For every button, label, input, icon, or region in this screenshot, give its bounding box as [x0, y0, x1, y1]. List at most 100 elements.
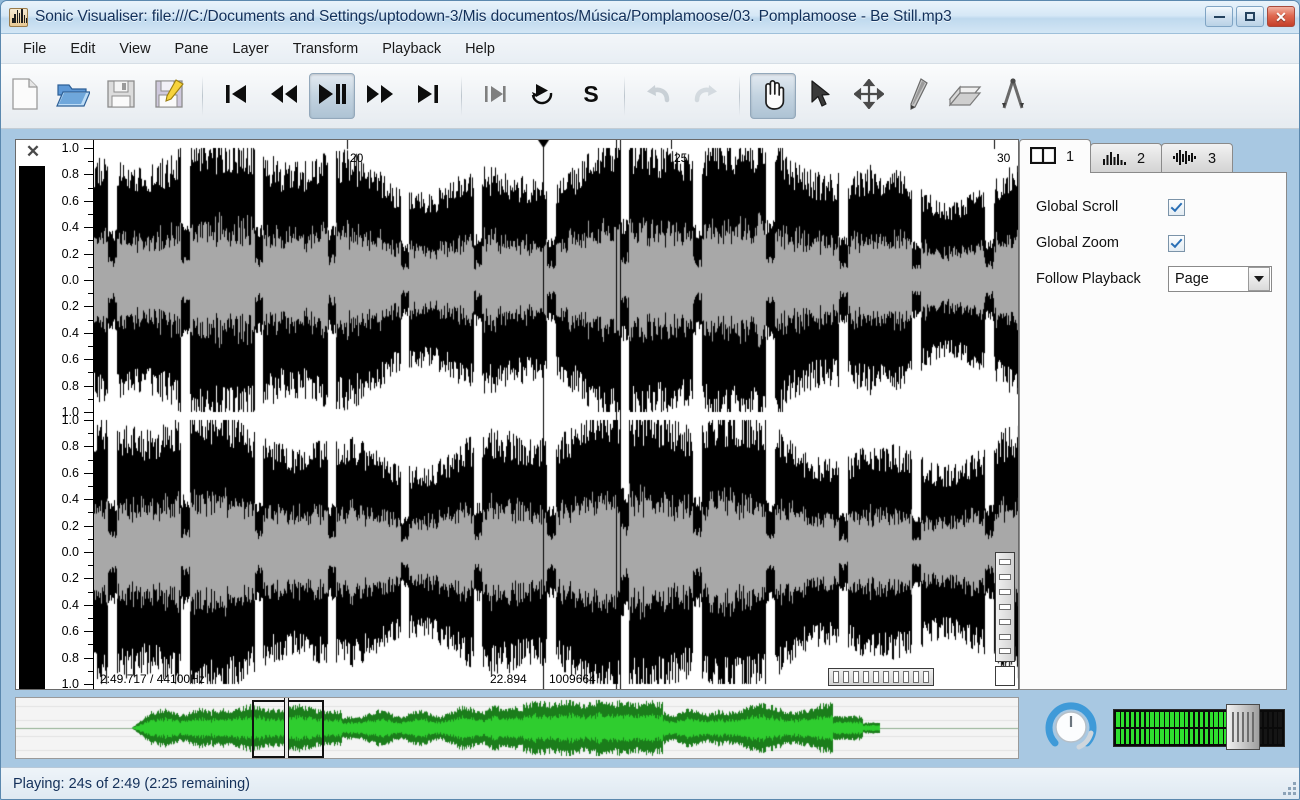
waveform-pane[interactable]: ✕ 1.0 0.8 0.6 0.4 0.2 0.0 0.2 0.4 0.6 0.8 1.0 1.0 0.… [15, 139, 1019, 690]
new-file-button[interactable] [2, 73, 48, 119]
waveform-canvas[interactable] [94, 140, 1018, 689]
skip-to-start-button[interactable] [213, 73, 259, 119]
save-as-button[interactable] [146, 73, 192, 119]
amplitude-tick [84, 446, 93, 448]
meter-segment [1125, 729, 1130, 744]
amplitude-tick [84, 499, 93, 501]
fast-forward-button[interactable] [357, 73, 403, 119]
meter-segment [1116, 712, 1120, 727]
meter-segment [1214, 729, 1218, 744]
amplitude-tick-label: 0.0 [61, 544, 79, 559]
amplitude-minor-tick [88, 372, 93, 374]
meter-segment [1170, 729, 1174, 744]
toolbar-group-transport [212, 64, 452, 128]
pane-corner-box[interactable] [995, 666, 1015, 686]
amplitude-minor-tick [88, 433, 93, 435]
meter-segment [1120, 729, 1125, 744]
amplitude-tick-label: 0.6 [61, 465, 79, 480]
solo-button[interactable]: S [568, 73, 614, 119]
menu-item-layer[interactable]: Layer [220, 38, 280, 60]
close-pane-icon[interactable]: ✕ [16, 140, 50, 164]
select-arrow-icon [808, 79, 834, 114]
playback-level-fader[interactable] [1226, 704, 1260, 750]
global-zoom-checkbox[interactable] [1168, 234, 1185, 252]
meter-segment [1194, 712, 1199, 727]
volume-knob[interactable] [1045, 701, 1097, 753]
amplitude-minor-tick [88, 240, 93, 242]
horizontal-zoom-thumb[interactable] [828, 668, 934, 686]
amplitude-tick-label: 0.2 [61, 246, 79, 261]
amplitude-tick-label: 0.4 [61, 219, 79, 234]
meter-segment [1209, 729, 1214, 744]
menu-item-transform[interactable]: Transform [281, 38, 371, 60]
close-button[interactable]: ✕ [1267, 6, 1295, 27]
menu-item-edit[interactable]: Edit [58, 38, 107, 60]
menu-item-view[interactable]: View [107, 38, 162, 60]
meter-segment [1125, 712, 1130, 727]
pane-cursor-frame: 1009664 [549, 672, 596, 686]
pane-duration-info: 2:49.717 / 44100Hz [100, 672, 205, 686]
solo-icon: S [578, 81, 604, 112]
property-tab-3[interactable]: 3 [1161, 143, 1233, 173]
undo-button [635, 73, 681, 119]
move-edit-button[interactable] [846, 73, 892, 119]
meter-segment [1150, 729, 1154, 744]
pane-layout-icon [1029, 146, 1057, 167]
amplitude-tick-label: 0.8 [61, 378, 79, 393]
resize-grip[interactable] [1281, 780, 1297, 796]
amplitude-tick [84, 359, 93, 361]
meter-segment [1189, 729, 1194, 744]
meter-segment [1140, 712, 1145, 727]
time-ruler-label: 25 [674, 151, 688, 165]
measure-button[interactable] [990, 73, 1036, 119]
chevron-down-icon[interactable] [1248, 267, 1270, 291]
meter-segment [1263, 729, 1268, 744]
erase-button[interactable] [942, 73, 988, 119]
meter-segment [1135, 729, 1140, 744]
save-button[interactable] [98, 73, 144, 119]
new-file-icon [10, 77, 40, 115]
overview-playhead[interactable] [284, 698, 289, 758]
maximize-button[interactable] [1236, 6, 1264, 27]
waveform-canvas-area[interactable]: 20 25 30 2:49.717 / 44100Hz 22.894 1009664 [94, 140, 1018, 689]
amplitude-minor-tick [88, 398, 93, 400]
draw-pencil-button[interactable] [894, 73, 940, 119]
follow-playback-combobox[interactable]: Page [1168, 266, 1272, 292]
amplitude-tick [84, 420, 93, 421]
select-arrow-button[interactable] [798, 73, 844, 119]
vertical-zoom-thumb[interactable] [995, 552, 1015, 662]
meter-segment [1263, 712, 1268, 727]
play-pause-button[interactable] [309, 73, 355, 119]
open-folder-button[interactable] [50, 73, 96, 119]
toolbar-separator [739, 76, 740, 116]
main-area: ✕ 1.0 0.8 0.6 0.4 0.2 0.0 0.2 0.4 0.6 0.8 1.0 1.0 0.… [1, 129, 1299, 769]
menu-item-help[interactable]: Help [453, 38, 507, 60]
play-pause-icon [317, 81, 347, 112]
amplitude-tick [84, 280, 93, 281]
meter-segment [1120, 712, 1125, 727]
property-row-global-zoom: Global Zoom [1036, 227, 1272, 259]
property-tab-2[interactable]: 2 [1090, 143, 1162, 173]
meter-segment [1160, 712, 1164, 727]
overview-canvas[interactable] [16, 698, 1018, 758]
minimize-button[interactable] [1205, 6, 1233, 27]
navigate-hand-button[interactable] [750, 73, 796, 119]
skip-to-end-icon [415, 81, 441, 112]
menu-item-playback[interactable]: Playback [370, 38, 453, 60]
amplitude-tick-label: 0.6 [61, 193, 79, 208]
menu-item-pane[interactable]: Pane [163, 38, 221, 60]
play-selection-button[interactable] [520, 73, 566, 119]
amplitude-tick-label: 0.4 [61, 597, 79, 612]
global-scroll-checkbox[interactable] [1168, 198, 1185, 216]
menu-item-file[interactable]: File [11, 38, 58, 60]
rewind-button[interactable] [261, 73, 307, 119]
amplitude-minor-tick [88, 187, 93, 189]
property-tab-1[interactable]: 1 [1019, 139, 1091, 173]
amplitude-tick-label: 0.0 [61, 272, 79, 287]
loop-button[interactable] [472, 73, 518, 119]
skip-to-end-button[interactable] [405, 73, 451, 119]
overview-waveform-strip[interactable] [15, 697, 1019, 759]
title-bar: Sonic Visualiser: file:///C:/Documents a… [1, 1, 1299, 34]
amplitude-tick [84, 657, 93, 659]
meter-segment [1130, 729, 1135, 744]
